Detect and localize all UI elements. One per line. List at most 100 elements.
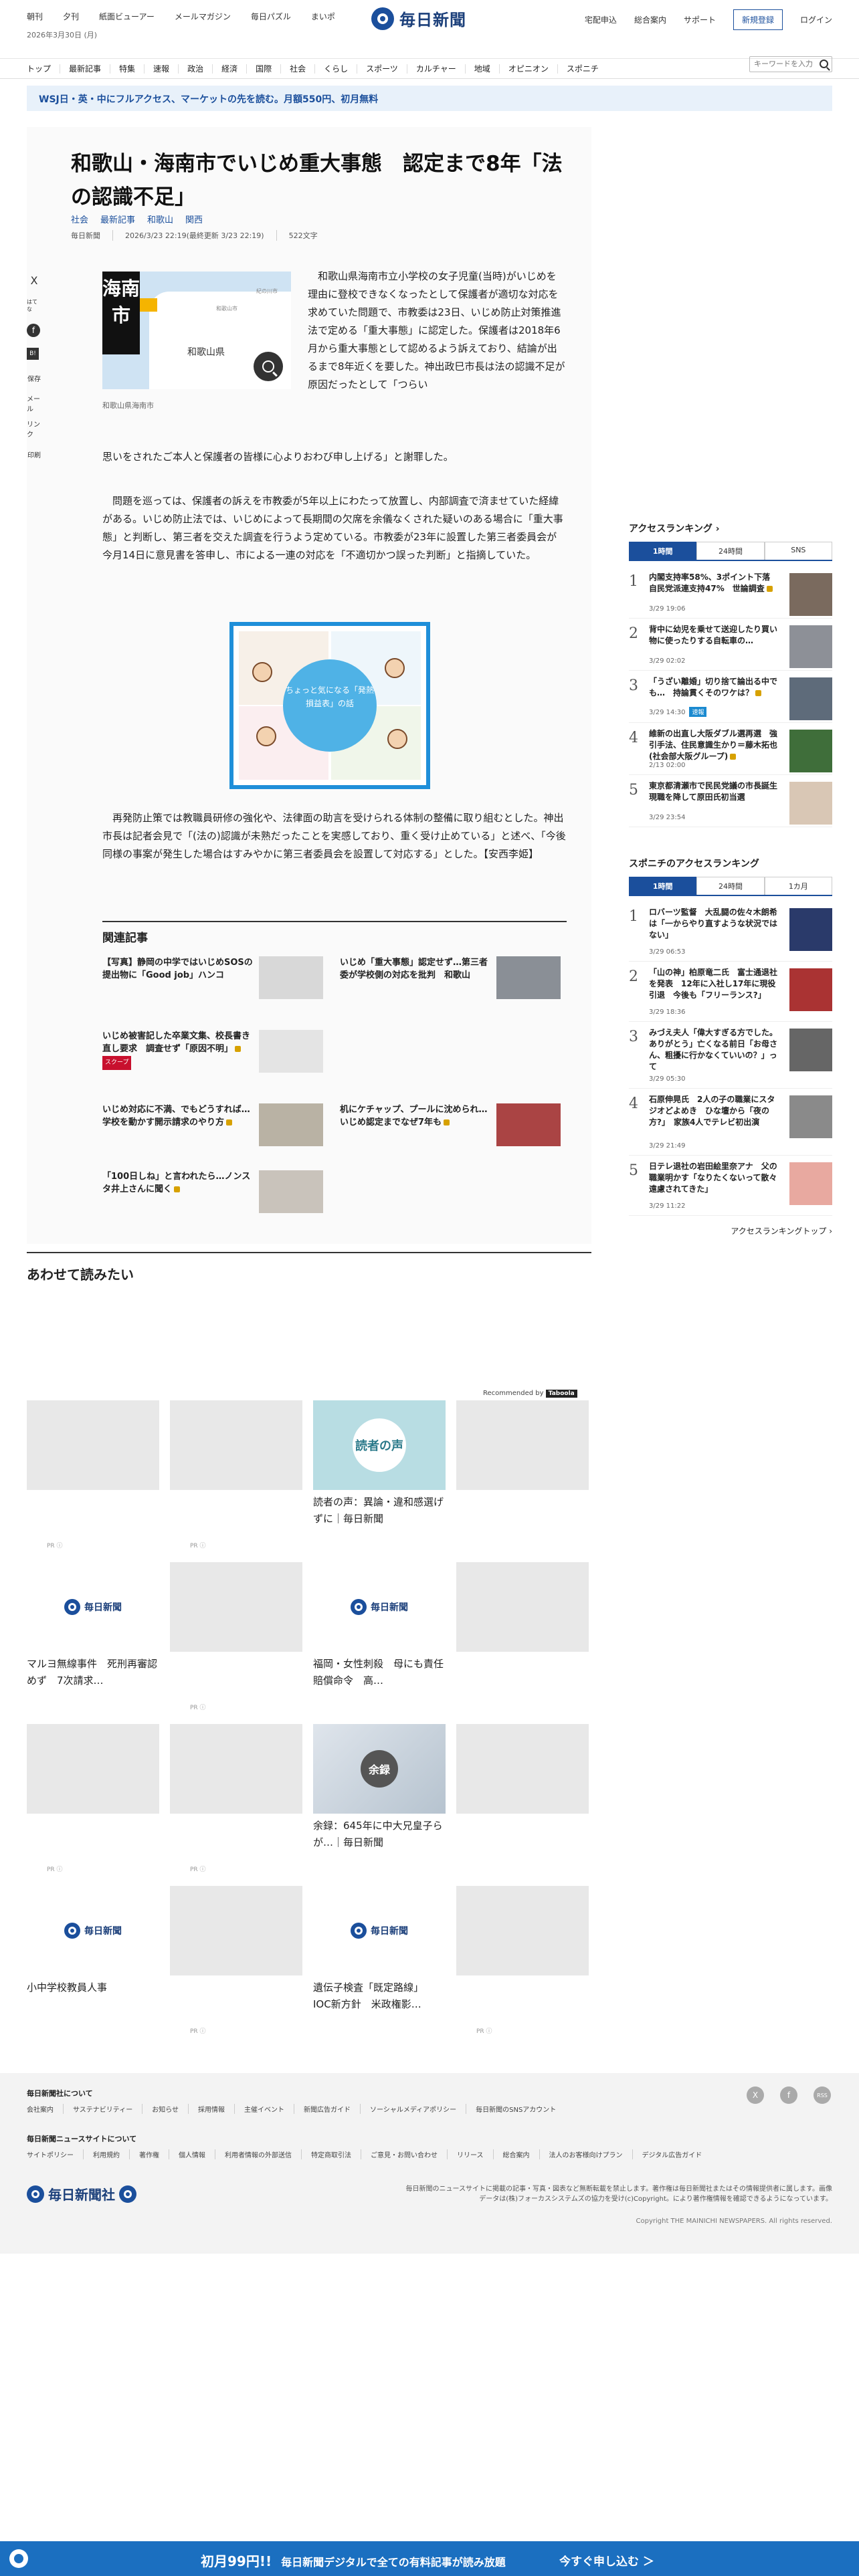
- recommend-caption[interactable]: 小中学校教員人事: [27, 1979, 159, 1996]
- recommend-tile-maru[interactable]: 毎日新聞: [27, 1562, 159, 1652]
- top-link-evening[interactable]: 夕刊: [63, 11, 79, 22]
- footer-link[interactable]: 総合案内: [492, 2149, 539, 2159]
- related-item[interactable]: 【写真】静岡の中学ではいじめSOSの提出物に「Good job」ハンコ: [102, 956, 323, 1006]
- nav-politics[interactable]: 政治: [178, 64, 212, 74]
- footer-link[interactable]: 主催イベント: [234, 2104, 294, 2114]
- tab-sp-1hour[interactable]: 1時間: [629, 877, 697, 895]
- register-button[interactable]: 新規登録: [733, 9, 783, 30]
- footer-link[interactable]: サステナビリティー: [63, 2104, 142, 2114]
- recommend-tile-fukuoka[interactable]: 毎日新聞: [313, 1562, 446, 1652]
- footer-link[interactable]: 特定商取引法: [301, 2149, 361, 2159]
- subscribe-bar[interactable]: 初月99円!! 毎日新聞デジタルで全ての有料記事が読み放題 今すぐ申し込む ＞: [0, 2541, 859, 2576]
- tag-kansai[interactable]: 関西: [185, 213, 203, 225]
- bookmark-icon[interactable]: 保存: [27, 370, 41, 385]
- nav-latest[interactable]: 最新記事: [60, 64, 110, 74]
- nav-life[interactable]: くらし: [314, 64, 357, 74]
- footer-logo[interactable]: 毎日新聞社: [27, 2184, 136, 2204]
- tab-sp-1month[interactable]: 1カ月: [764, 877, 832, 895]
- search-icon[interactable]: [820, 60, 828, 68]
- related-item[interactable]: 「100日しね」と言われたら…ノンスタ井上さんに聞く: [102, 1170, 323, 1220]
- ad-tile[interactable]: [27, 1400, 159, 1490]
- related-item[interactable]: 机にケチャップ、プールに沈められ…いじめ認定までなぜ7年も: [340, 1103, 561, 1153]
- footer-link[interactable]: サイトポリシー: [27, 2149, 83, 2159]
- ad-tile[interactable]: [27, 1724, 159, 1814]
- top-link-morning[interactable]: 朝刊: [27, 11, 43, 22]
- recommend-tile-yoroku[interactable]: 余録: [313, 1724, 446, 1814]
- recommend-caption[interactable]: マルヨ無線事件 死刑再審認めず 7次請求…: [27, 1656, 159, 1689]
- footer-link[interactable]: 法人のお客様向けプラン: [539, 2149, 632, 2159]
- tab-sns[interactable]: SNS: [764, 542, 832, 560]
- pr-label[interactable]: PR ⓘ: [190, 1541, 206, 1549]
- x-social-icon[interactable]: X: [747, 2086, 764, 2104]
- footer-link[interactable]: 新聞広告ガイド: [294, 2104, 360, 2114]
- nav-top[interactable]: トップ: [27, 64, 60, 74]
- pr-label[interactable]: PR ⓘ: [190, 2026, 206, 2035]
- pr-label[interactable]: PR ⓘ: [47, 1541, 63, 1549]
- ad-tile[interactable]: [456, 1400, 589, 1490]
- nav-local[interactable]: 地域: [464, 64, 499, 74]
- nav-culture[interactable]: カルチャー: [406, 64, 465, 74]
- footer-link[interactable]: ご意見・お問い合わせ: [361, 2149, 447, 2159]
- sponichi-item[interactable]: 3 みづえ夫人「偉大すぎる方でした。ありがとう」亡くなる前日「お母さん、粗擾に行…: [629, 1022, 832, 1089]
- nav-sports[interactable]: スポーツ: [357, 64, 407, 74]
- related-item[interactable]: いじめ被害記した卒業文集、校長書き直し要求 調査せず「原因不明」 スクープ: [102, 1030, 323, 1079]
- login-link[interactable]: ログイン: [800, 14, 832, 25]
- related-item[interactable]: いじめ「重大事態」認定せず…第三者委が学校側の対応を批判 和歌山: [340, 956, 561, 1006]
- footer-link[interactable]: デジタル広告ガイド: [632, 2149, 712, 2159]
- link-icon[interactable]: リンク: [27, 421, 41, 439]
- pr-label[interactable]: PR ⓘ: [190, 1703, 206, 1711]
- recommend-caption[interactable]: 福岡・女性刺殺 母にも責任 賠償命令 高…: [313, 1656, 454, 1689]
- nav-feature[interactable]: 特集: [110, 64, 144, 74]
- sponichi-item[interactable]: 1 ロバーツ監督 大乱闘の佐々木朗希は「一からやり直すような状況ではない」 3/…: [629, 901, 832, 962]
- ad-tile[interactable]: [456, 1886, 589, 1975]
- link-guide[interactable]: 総合案内: [634, 14, 666, 25]
- x-share-icon[interactable]: X: [27, 273, 41, 288]
- pr-label[interactable]: PR ⓘ: [47, 1864, 63, 1873]
- related-item[interactable]: いじめ対応に不満、でもどうすれば…学校を動かす開示請求のやり方: [102, 1103, 323, 1153]
- recommend-tile-doping[interactable]: 毎日新聞: [313, 1886, 446, 1975]
- site-logo[interactable]: 毎日新聞: [371, 7, 466, 30]
- footer-link[interactable]: 採用情報: [188, 2104, 234, 2114]
- print-icon[interactable]: 印刷: [27, 447, 41, 461]
- footer-link[interactable]: ソーシャルメディアポリシー: [360, 2104, 466, 2114]
- search-input[interactable]: [754, 60, 816, 68]
- ad-tile[interactable]: [170, 1562, 302, 1652]
- footer-link[interactable]: 会社案内: [27, 2104, 63, 2114]
- ranking-item[interactable]: 5 東京都清瀬市で民民党議の市長誕生 現職を降して原田氏初当選 3/29 23:…: [629, 775, 832, 827]
- footer-link[interactable]: 個人情報: [169, 2149, 215, 2159]
- hatebu-share-icon[interactable]: B!: [27, 348, 39, 360]
- ad-illustration[interactable]: ちょっと気になる「発熱損益表」の話: [229, 622, 430, 789]
- tab-24hour[interactable]: 24時間: [696, 542, 765, 560]
- map-image[interactable]: 海南市 和歌山市 紀の川市 和歌山県: [102, 272, 291, 389]
- recommended-by[interactable]: Recommended by Taboola: [483, 1390, 577, 1398]
- recommend-caption[interactable]: 読者の声：異論・違和感選げずに｜毎日新聞: [313, 1494, 446, 1527]
- sponichi-item[interactable]: 4 石原伸晃氏 2人の子の職業にスタジオどよめき ひな壇から「夜の方?」 家族4…: [629, 1089, 832, 1156]
- nav-serial[interactable]: 速報: [144, 64, 178, 74]
- footer-link[interactable]: リリース: [447, 2149, 493, 2159]
- tab-sp-24hour[interactable]: 24時間: [696, 877, 765, 895]
- ranking-item[interactable]: 4 維新の出直し大阪ダブル選再選 強引手法、住民意識生かり＝藤木拓也(社会部大阪…: [629, 723, 832, 775]
- footer-link[interactable]: お知らせ: [142, 2104, 188, 2114]
- footer-link[interactable]: 毎日新聞のSNSアカウント: [466, 2104, 565, 2114]
- ad-tile[interactable]: [170, 1724, 302, 1814]
- recommend-caption[interactable]: 遺伝子検査「既定路線」 IOC新方針 米政権影…: [313, 1979, 446, 2013]
- subscribe-cta[interactable]: 今すぐ申し込む ＞: [559, 2552, 654, 2569]
- recommend-tile-voice[interactable]: 読者の声: [313, 1400, 446, 1490]
- tab-1hour[interactable]: 1時間: [629, 542, 697, 560]
- link-delivery[interactable]: 宅配申込: [585, 14, 617, 25]
- footer-link[interactable]: 利用規約: [83, 2149, 129, 2159]
- pr-label[interactable]: PR ⓘ: [476, 2026, 492, 2035]
- footer-link[interactable]: 利用者情報の外部送信: [215, 2149, 301, 2159]
- zoom-icon[interactable]: [254, 352, 283, 381]
- ranking-more-link[interactable]: アクセスランキングトップ ›: [629, 1225, 832, 1237]
- tag-society[interactable]: 社会: [71, 213, 88, 225]
- footer-link[interactable]: 著作権: [129, 2149, 169, 2159]
- pr-label[interactable]: PR ⓘ: [190, 1864, 206, 1873]
- ranking-item[interactable]: 3 「うざい離婚」切り捨て論出る中でも… 持論貫くそのワケは？ 3/29 14:…: [629, 671, 832, 723]
- ad-tile[interactable]: [456, 1562, 589, 1652]
- hatena-share-icon[interactable]: はてな: [27, 298, 41, 313]
- ad-tile[interactable]: [456, 1724, 589, 1814]
- nav-economy[interactable]: 経済: [212, 64, 246, 74]
- top-link-viewer[interactable]: 紙面ビューアー: [99, 11, 155, 22]
- sponichi-item[interactable]: 5 日テレ退社の岩田絵里奈アナ 父の職業明かす「なりたくないって散々遠慮されてき…: [629, 1156, 832, 1216]
